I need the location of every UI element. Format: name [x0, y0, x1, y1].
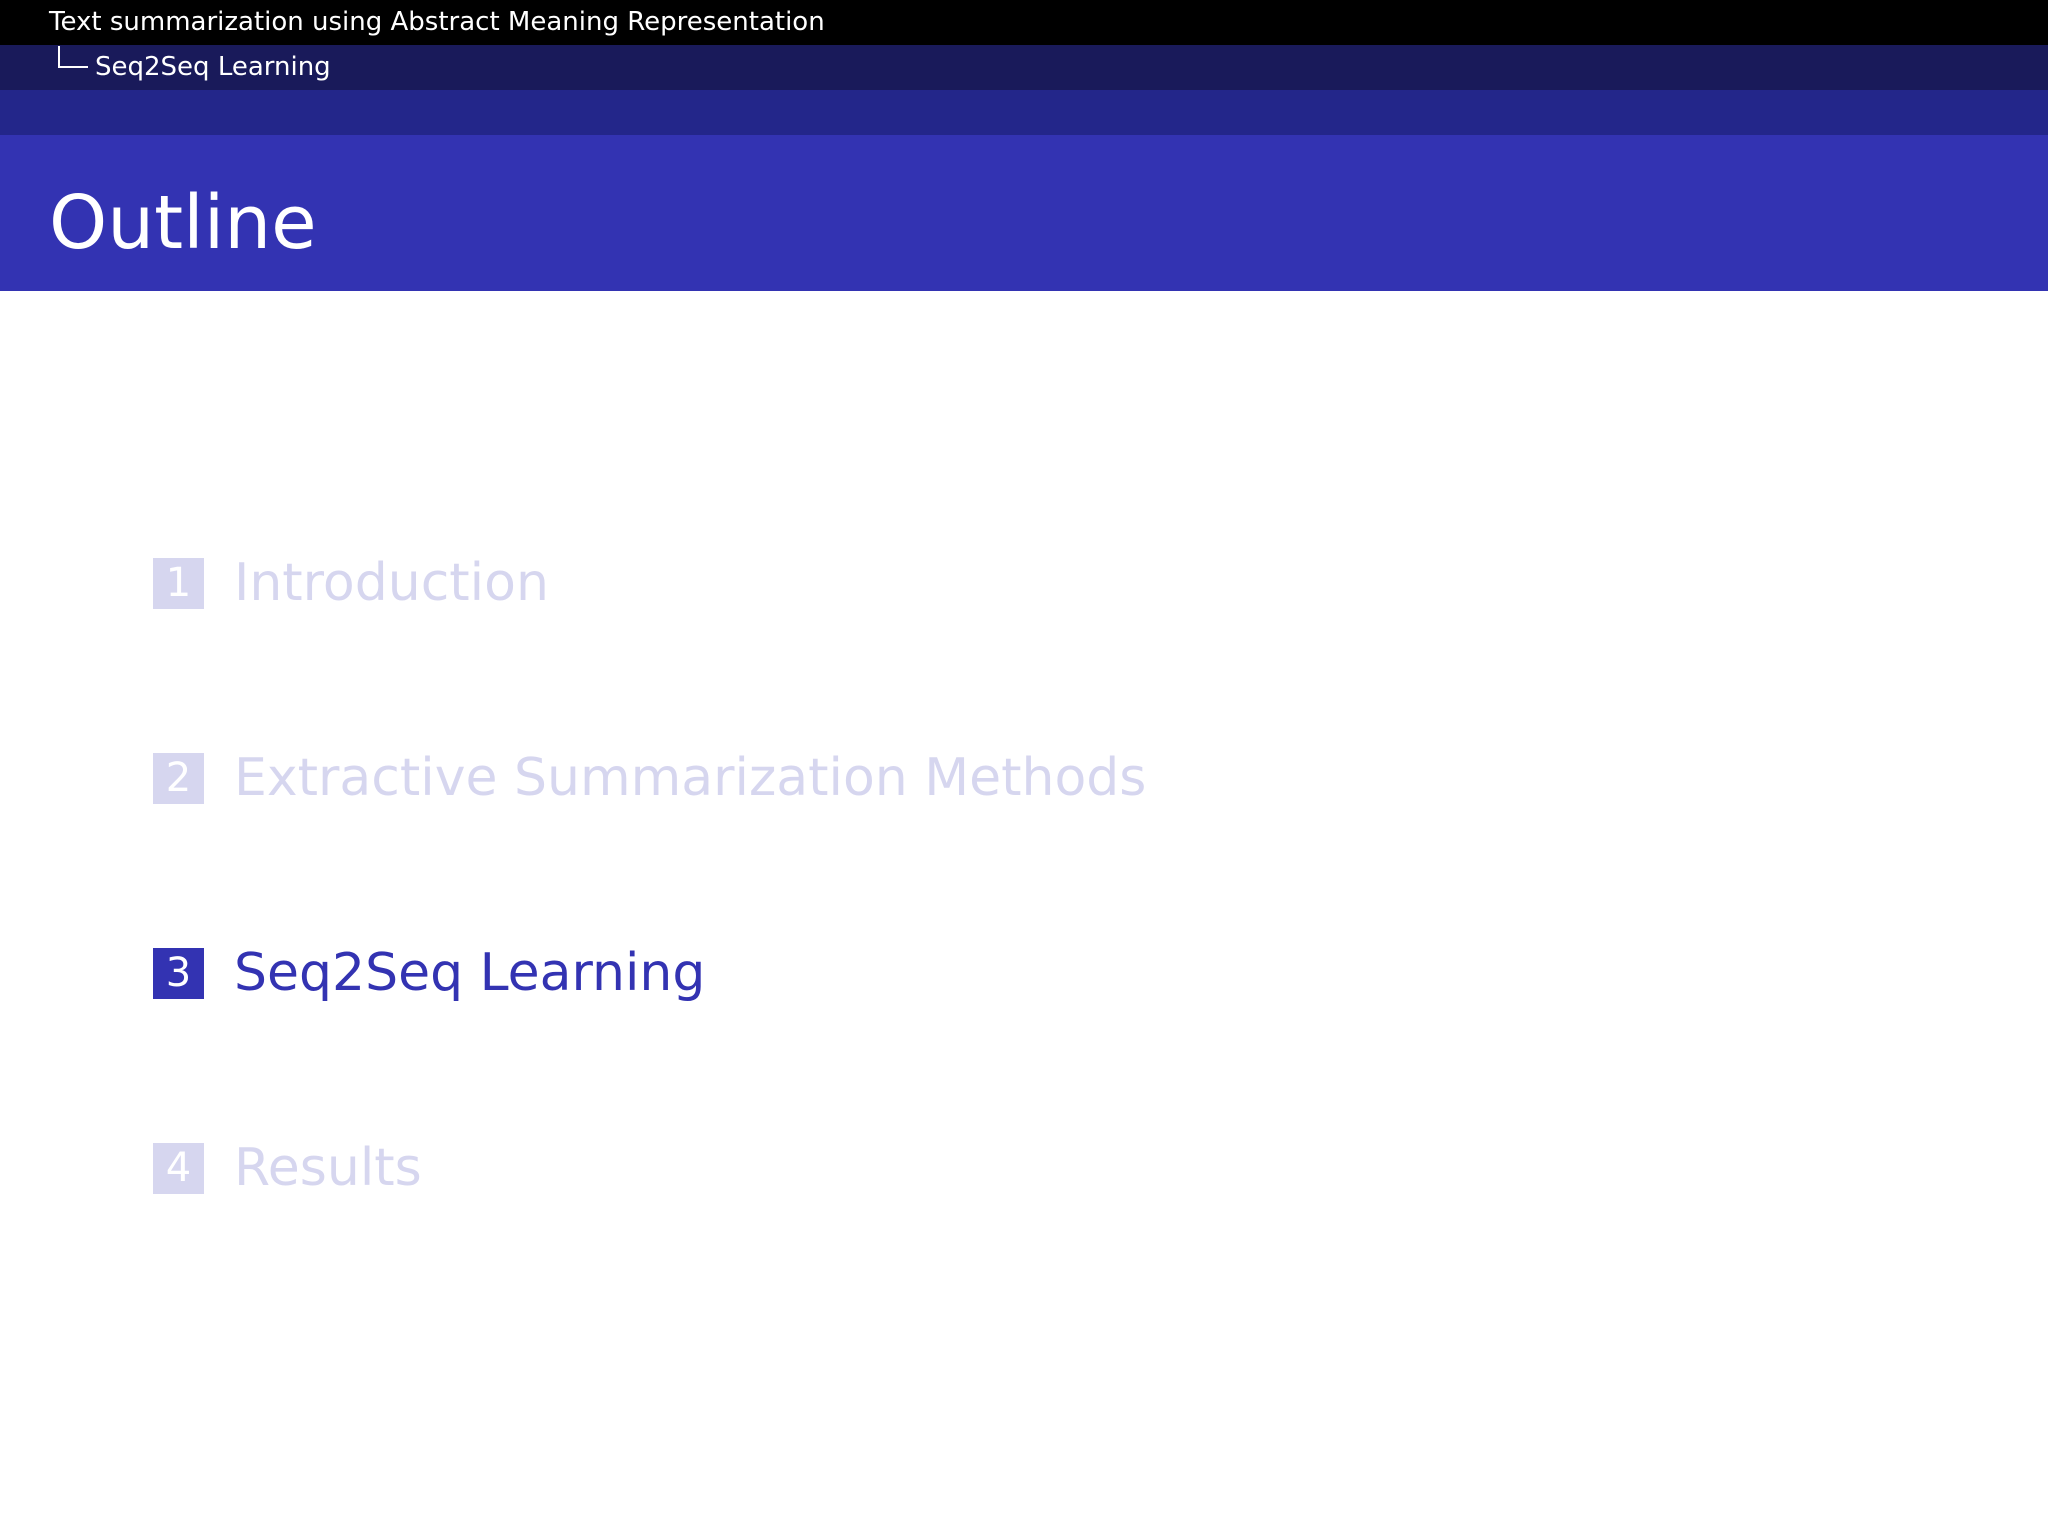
toc-item-results: 4 Results [153, 1138, 422, 1198]
toc-number-badge: 3 [153, 947, 204, 999]
header-title-bar: Text summarization using Abstract Meanin… [0, 0, 2048, 45]
toc-item-label: Results [234, 1138, 422, 1198]
header-subsection-bar [0, 90, 2048, 135]
toc-number-badge: 1 [153, 557, 204, 609]
section-title: Seq2Seq Learning [95, 52, 331, 82]
toc-number-badge: 4 [153, 1142, 204, 1194]
toc-item-seq2seq-learning: 3 Seq2Seq Learning [153, 943, 705, 1003]
page-title: Outline [49, 180, 317, 266]
toc-item-extractive-methods: 2 Extractive Summarization Methods [153, 748, 1146, 808]
presentation-title: Text summarization using Abstract Meanin… [49, 7, 825, 37]
toc-item-label: Extractive Summarization Methods [234, 748, 1147, 808]
tree-branch-icon [58, 46, 88, 68]
toc-item-label: Seq2Seq Learning [234, 943, 706, 1003]
toc-item-label: Introduction [234, 553, 549, 613]
slide: Text summarization using Abstract Meanin… [0, 0, 2048, 1536]
toc-item-introduction: 1 Introduction [153, 553, 549, 613]
toc-number-badge: 2 [153, 752, 204, 804]
